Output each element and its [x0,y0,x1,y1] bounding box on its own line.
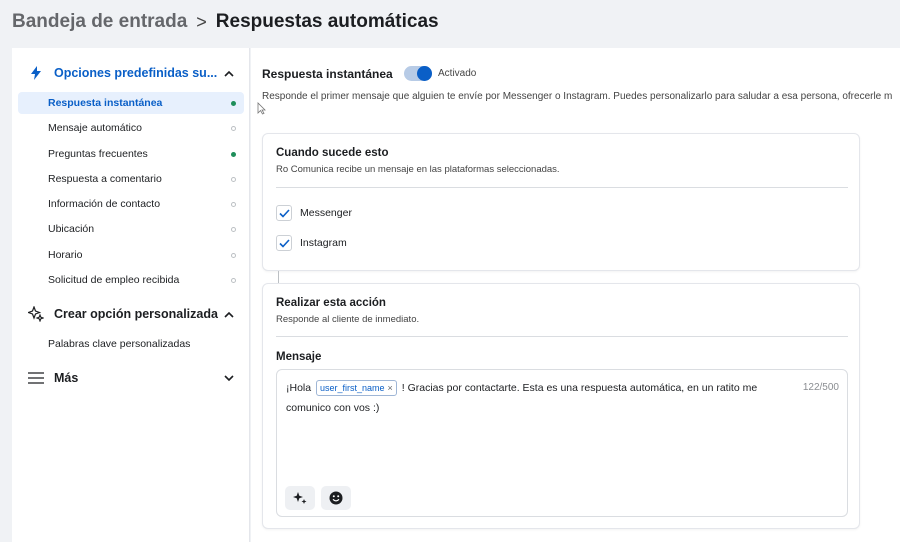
platform-messenger[interactable]: Messenger [276,205,352,221]
section-title: Respuesta instantánea [262,67,393,81]
status-dot [231,201,236,207]
platform-instagram[interactable]: Instagram [276,235,347,251]
sidebar-section-custom[interactable]: Crear opción personalizada [12,301,250,327]
sidebar-section-label: Crear opción personalizada [54,307,218,321]
trigger-card: Cuando sucede esto Ro Comunica recibe un… [262,133,860,271]
bolt-icon [26,66,46,80]
action-card-title: Realizar esta acción [276,297,386,309]
page-title: Respuestas automáticas [215,11,439,32]
sidebar-item-label: Información de contacto [48,198,161,210]
sidebar-item-respuesta-instantanea[interactable]: Respuesta instantánea [18,92,244,114]
message-text[interactable]: ¡Hola user_first_name × ! Gracias por co… [286,378,796,418]
trigger-card-title: Cuando sucede esto [276,147,389,159]
sidebar-section-predefined[interactable]: Opciones predefinidas su... [12,60,250,86]
emoji-button[interactable] [321,486,351,510]
action-card: Realizar esta acción Responde al cliente… [262,283,860,529]
toggle-knob [417,66,432,81]
sidebar-item-label: Respuesta instantánea [48,97,163,109]
toggle-label: Activado [438,68,477,79]
breadcrumb-separator: > [196,11,207,32]
sparkle-icon [26,306,46,322]
sidebar-item-label: Preguntas frecuentes [48,148,148,160]
sidebar-item-respuesta-comentario[interactable]: Respuesta a comentario [18,168,244,190]
remove-chip-icon[interactable]: × [388,378,393,398]
main-panel: Respuesta instantánea Activado Responde … [251,48,900,542]
sidebar-item-horario[interactable]: Horario [18,244,244,266]
sidebar-item-informacion-contacto[interactable]: Información de contacto [18,193,244,215]
sidebar-item-solicitud-empleo[interactable]: Solicitud de empleo recibida [18,269,244,291]
divider [276,187,848,188]
message-editor[interactable]: ¡Hola user_first_name × ! Gracias por co… [276,369,848,517]
sidebar-item-mensaje-automatico[interactable]: Mensaje automático [18,117,244,139]
variable-chip-label: user_first_name [320,383,385,394]
sidebar-item-label: Respuesta a comentario [48,173,162,185]
status-dot [231,252,236,258]
mouse-cursor-icon [257,102,266,118]
menu-icon [26,372,46,384]
sidebar-section-label: Más [54,371,79,385]
chevron-up-icon[interactable] [222,311,236,318]
trigger-card-subtitle: Ro Comunica recibe un mensaje en las pla… [276,164,560,175]
sidebar-item-label: Palabras clave personalizadas [48,338,191,350]
status-dot [231,100,236,106]
status-dot [231,151,236,157]
sparkle-icon [293,492,307,504]
sidebar-item-label: Horario [48,249,83,261]
sidebar-item-preguntas-frecuentes[interactable]: Preguntas frecuentes [18,143,244,165]
chevron-up-icon[interactable] [222,70,236,77]
breadcrumb: Bandeja de entrada > Respuestas automáti… [0,0,900,44]
divider [276,336,848,337]
status-dot [231,277,236,283]
sidebar: Opciones predefinidas su... Respuesta in… [12,48,250,542]
sidebar-item-label: Ubicación [48,223,95,235]
section-description: Responde el primer mensaje que alguien t… [262,91,893,102]
sidebar-section-mas[interactable]: Más [12,365,250,391]
messenger-checkbox[interactable] [276,205,292,221]
variable-chip[interactable]: user_first_name × [316,378,397,398]
status-dot [231,125,236,131]
sidebar-section-label: Opciones predefinidas su... [54,66,218,80]
sidebar-item-palabras-clave[interactable]: Palabras clave personalizadas [18,333,244,355]
chevron-down-icon[interactable] [222,374,236,382]
messenger-label: Messenger [300,207,352,219]
action-card-subtitle: Responde al cliente de inmediato. [276,314,420,325]
breadcrumb-parent[interactable]: Bandeja de entrada [12,11,187,33]
status-dot [231,176,236,182]
flow-connector [278,271,279,283]
instagram-checkbox[interactable] [276,235,292,251]
instagram-label: Instagram [300,237,347,249]
emoji-icon [329,491,343,505]
message-prefix: ¡Hola [286,382,312,394]
activation-toggle[interactable] [404,66,432,81]
ai-sparkle-button[interactable] [285,486,315,510]
char-counter: 122/500 [802,382,839,393]
status-dot [231,226,236,232]
sidebar-item-ubicacion[interactable]: Ubicación [18,218,244,240]
sidebar-item-label: Solicitud de empleo recibida [48,274,180,286]
sidebar-item-label: Mensaje automático [48,122,142,134]
message-label: Mensaje [276,351,322,363]
